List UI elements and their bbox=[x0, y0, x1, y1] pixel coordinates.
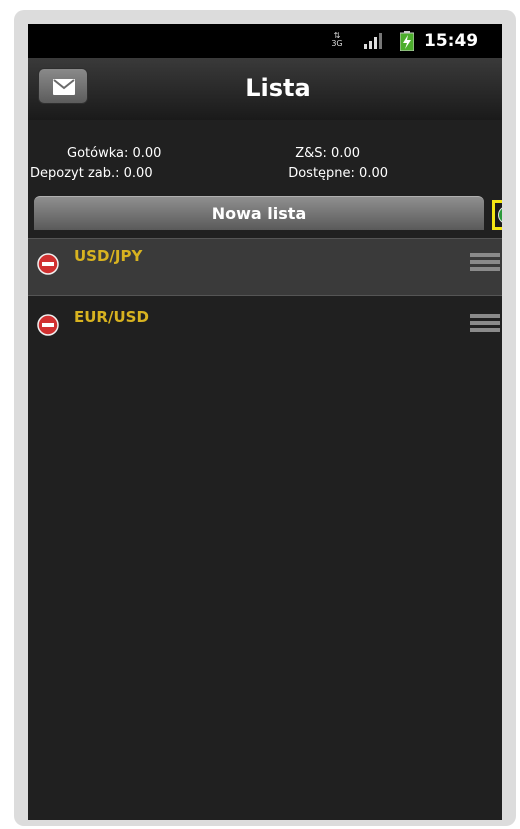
network-type-label: 3G bbox=[331, 39, 343, 48]
envelope-icon bbox=[53, 79, 75, 95]
app-header: Lista bbox=[28, 58, 502, 120]
device-frame: ⇅ 3G 15:49 Lista Gotówka: 0.00 Z&S: 0.00… bbox=[14, 10, 516, 826]
list-item[interactable]: USD/JPY bbox=[28, 238, 502, 296]
instrument-symbol: USD/JPY bbox=[74, 247, 143, 265]
plus-circle-icon bbox=[498, 207, 502, 223]
margin-deposit-value: Depozyt zab.: 0.00 bbox=[30, 166, 153, 181]
cash-balance: Gotówka: 0.00 bbox=[67, 146, 162, 161]
battery-charging-icon bbox=[400, 31, 414, 51]
drag-handle-icon[interactable] bbox=[470, 253, 500, 275]
remove-circle-icon[interactable] bbox=[37, 314, 59, 336]
list-item[interactable]: EUR/USD bbox=[28, 300, 502, 358]
available-funds-value: Dostępne: 0.00 bbox=[288, 166, 388, 181]
network-3g-icon: ⇅ 3G bbox=[331, 31, 343, 48]
status-bar: ⇅ 3G 15:49 bbox=[28, 24, 502, 58]
drag-handle-icon[interactable] bbox=[470, 314, 500, 336]
mail-button[interactable] bbox=[38, 68, 88, 104]
watchlist-name: Nowa lista bbox=[211, 204, 307, 223]
add-instrument-button[interactable] bbox=[492, 200, 502, 230]
instrument-symbol: EUR/USD bbox=[74, 308, 149, 326]
watchlist-tab[interactable]: Nowa lista bbox=[34, 196, 484, 230]
profit-loss-value: Z&S: 0.00 bbox=[295, 146, 360, 161]
page-title: Lista bbox=[245, 74, 311, 102]
status-clock: 15:49 bbox=[424, 31, 479, 51]
app-screen: ⇅ 3G 15:49 Lista Gotówka: 0.00 Z&S: 0.00… bbox=[28, 24, 502, 820]
remove-circle-icon[interactable] bbox=[37, 253, 59, 275]
signal-strength-icon bbox=[364, 33, 382, 49]
